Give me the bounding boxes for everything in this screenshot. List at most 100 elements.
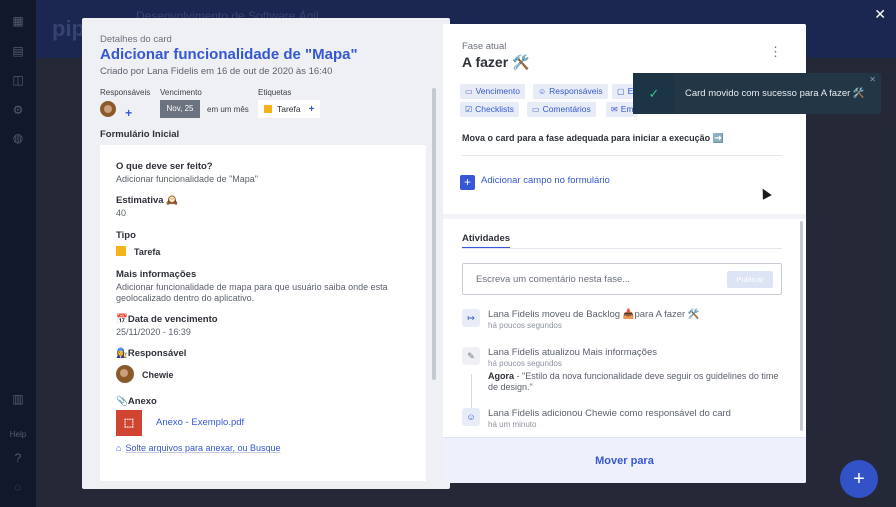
initial-form: O que deve ser feito? Adicionar funciona…: [100, 145, 426, 481]
field-answer: 25/11/2020 - 16:39: [116, 327, 191, 337]
responsible-value: Chewie: [142, 370, 174, 380]
field-question: Estimativa 🕰️: [116, 195, 178, 206]
avatar[interactable]: [100, 101, 116, 117]
field-estimate[interactable]: Estimativa 🕰️ 40: [116, 195, 416, 219]
field-type[interactable]: Tipo Tarefa: [116, 230, 416, 258]
pencil-icon: ✎: [462, 347, 480, 365]
card-title[interactable]: Adicionar funcionalidade de "Mapa": [100, 46, 358, 63]
activity-text: Lana Fidelis moveu de Backlog 📥para A fa…: [488, 309, 700, 320]
activity-text: Lana Fidelis adicionou Chewie como respo…: [488, 408, 731, 419]
plus-icon: +: [460, 175, 475, 190]
vencimento-label: Vencimento: [160, 88, 202, 97]
divider: [462, 155, 782, 156]
chip-checklists[interactable]: ☑ Checklists: [460, 102, 519, 117]
due-date-chip[interactable]: Nov, 25: [160, 100, 200, 118]
chip-comentarios[interactable]: ▭ Comentários: [527, 102, 596, 117]
field-answer: 40: [116, 208, 127, 218]
card-section-label: Detalhes do card: [100, 34, 172, 45]
tag-icon: ▢: [617, 87, 625, 96]
type-value: Tarefa: [134, 247, 161, 257]
field-answer: Adicionar funcionalidade de "Mapa": [116, 174, 258, 184]
success-toast: ✓ Card movido com sucesso para A fazer 🛠…: [633, 73, 881, 114]
etiquetas-label: Etiquetas: [258, 88, 292, 97]
label-chip-text: Tarefa: [277, 104, 301, 114]
avatar: [116, 365, 134, 383]
attach-dropzone[interactable]: ⌂ Solte arquivos para anexar, ou Busque: [116, 443, 416, 453]
field-question: 📅Data de vencimento: [116, 314, 218, 325]
calendar-icon: ▭: [465, 87, 473, 96]
attach-hint: Solte arquivos para anexar, ou Busque: [125, 443, 281, 453]
field-answer: Adicionar funcionalidade de mapa para qu…: [116, 282, 388, 303]
activity-time: há poucos segundos: [488, 359, 562, 368]
quote-author: Agora: [488, 371, 515, 381]
add-label-icon[interactable]: +: [309, 104, 315, 115]
responsaveis-label: Responsáveis: [100, 88, 151, 97]
phase-label: Fase atual: [462, 41, 507, 52]
activity-quote: Agora - "Estilo da nova funcionalidade d…: [488, 371, 783, 393]
field-question: 📎Anexo: [116, 396, 157, 407]
field-question: Mais informações: [116, 269, 197, 280]
toast-close-icon[interactable]: ✕: [869, 75, 876, 84]
mail-icon: ✉: [611, 105, 618, 114]
paperclip-icon: ⌂: [116, 443, 122, 453]
chip-vencimento[interactable]: ▭ Vencimento: [460, 84, 525, 99]
toast-message: Card movido com sucesso para A fazer 🛠️: [685, 88, 865, 99]
publish-button[interactable]: Publicar: [727, 271, 773, 288]
chip-label: Em: [620, 104, 634, 114]
form-title: Formulário Inicial: [100, 129, 180, 140]
comment-input[interactable]: Escreva um comentário nesta fase... Publ…: [462, 263, 782, 295]
attachment-item[interactable]: ⬚ Anexo - Exemplo.pdf: [116, 410, 416, 438]
field-attachment[interactable]: 📎Anexo ⬚ Anexo - Exemplo.pdf ⌂ Solte arqu…: [116, 396, 416, 453]
pdf-icon: ⬚: [116, 410, 142, 436]
add-field-label: Adicionar campo no formulário: [481, 175, 610, 186]
move-to-button[interactable]: Mover para: [443, 437, 806, 483]
vencimento-field: Vencimento: [160, 88, 202, 97]
users-icon: ☺: [462, 408, 480, 426]
checklist-icon: ☑: [465, 105, 473, 114]
users-icon: ☺: [538, 87, 547, 96]
activity-time: há poucos segundos: [488, 321, 562, 330]
comment-icon: ▭: [532, 105, 540, 114]
responsaveis-field: Responsáveis +: [100, 88, 150, 120]
attachment-link[interactable]: Anexo - Exemplo.pdf: [156, 417, 244, 428]
add-responsible-icon[interactable]: +: [125, 106, 132, 120]
field-due-date[interactable]: 📅Data de vencimento 25/11/2020 - 16:39: [116, 314, 416, 338]
etiquetas-field: Etiquetas: [258, 88, 291, 97]
phase-name: A fazer 🛠️: [462, 54, 530, 70]
type-color-swatch: [116, 246, 126, 256]
field-what[interactable]: O que deve ser feito? Adicionar funciona…: [116, 161, 416, 185]
activity-time: há um minuto: [488, 420, 537, 429]
tab-activities[interactable]: Atividades: [462, 233, 511, 249]
scrollbar[interactable]: [800, 221, 803, 431]
fab-add-button[interactable]: +: [840, 460, 878, 498]
scrollbar[interactable]: [432, 88, 436, 380]
activity-thread-line: [471, 374, 472, 410]
card-created: Criado por Lana Fidelis em 16 de out de …: [100, 66, 333, 77]
field-question: O que deve ser feito?: [116, 161, 213, 172]
chip-label: Responsáveis: [549, 86, 603, 96]
chip-responsaveis[interactable]: ☺ Responsáveis: [533, 84, 608, 99]
chip-label: Checklists: [475, 104, 514, 114]
chip-label: Vencimento: [475, 86, 520, 96]
more-options-icon[interactable]: ⋮: [769, 44, 782, 60]
card-details-panel: Detalhes do card Adicionar funcionalidad…: [82, 18, 450, 489]
add-form-field-button[interactable]: + Adicionar campo no formulário: [460, 175, 610, 190]
comment-placeholder: Escreva um comentário nesta fase...: [476, 274, 631, 285]
field-answer: Tarefa: [116, 246, 416, 258]
field-answer: Chewie: [116, 365, 416, 383]
label-chip[interactable]: Tarefa +: [258, 100, 321, 118]
field-question: Tipo: [116, 230, 136, 241]
chip-label: Comentários: [542, 104, 591, 114]
field-question: 👩‍🔧Responsável: [116, 348, 187, 359]
phase-description: Mova o card para a fase adequada para in…: [462, 133, 724, 143]
phase-header: Fase atual A fazer 🛠️ ⋮ ▭ Vencimento ☺ Res…: [443, 24, 806, 214]
label-color-swatch: [264, 105, 272, 113]
activity-text: Lana Fidelis atualizou Mais informações: [488, 347, 657, 358]
field-responsible[interactable]: 👩‍🔧Responsável Chewie: [116, 348, 416, 383]
move-icon: ↦: [462, 309, 480, 327]
quote-text: - "Estilo da nova funcionalidade deve se…: [488, 371, 779, 392]
divider: [462, 248, 782, 249]
field-more-info[interactable]: Mais informações Adicionar funcionalidad…: [116, 269, 416, 304]
due-date-relative: em um mês: [207, 105, 249, 114]
close-icon[interactable]: ✕: [874, 6, 886, 23]
